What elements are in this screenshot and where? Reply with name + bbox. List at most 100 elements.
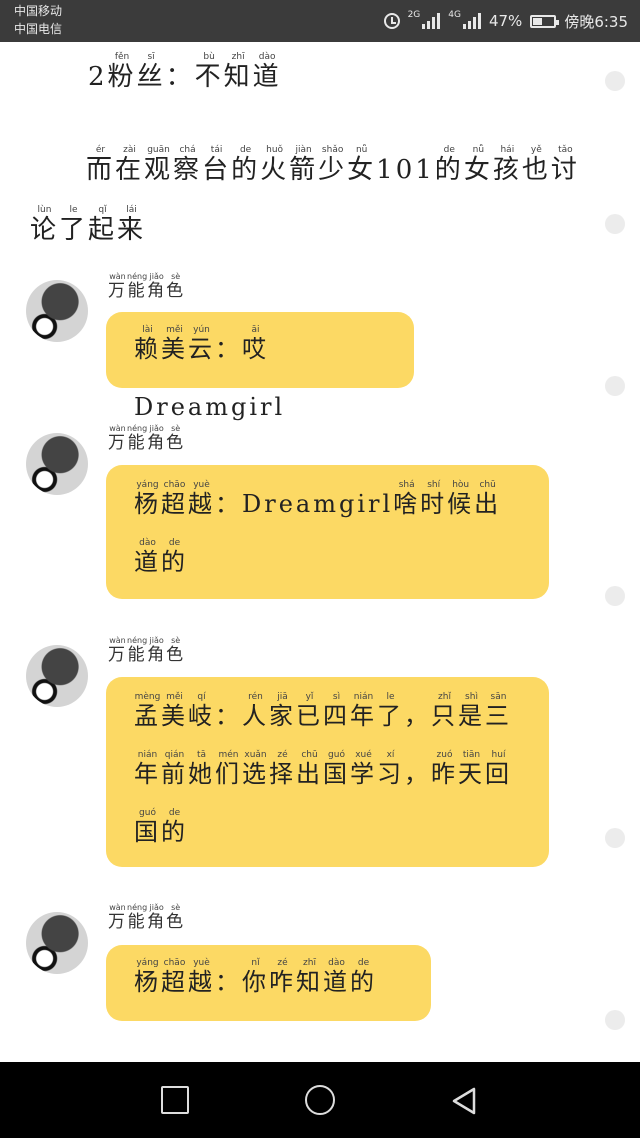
side-dot (605, 1010, 625, 1030)
ruby-char: 知zhī (296, 958, 323, 996)
ruby-char: 色sè (166, 424, 186, 453)
ruby-char: 国guó (323, 750, 350, 788)
message-bubble[interactable]: 杨yáng超chāo越yuè：你nǐ咋zé知zhī道dào的de (106, 945, 431, 1021)
ruby-char: 角jiǎo (147, 903, 167, 932)
ruby-char: 万wàn (108, 424, 127, 453)
ruby-char: 选xuǎn (242, 750, 269, 788)
ruby-char: 能néng (127, 272, 148, 301)
ruby-char: 孩hái (492, 145, 522, 185)
ruby-char: 火huǒ (260, 145, 290, 185)
ruby-char: 杨yáng (134, 480, 161, 518)
ruby-char: 她tā (188, 750, 215, 788)
ruby-char: 了le (59, 205, 89, 245)
ruby-char: 只zhǐ (431, 692, 458, 730)
sender-name: 万wàn能néng角jiǎo色sè (108, 903, 185, 932)
ruby-char: 习xí (377, 750, 404, 788)
ruby-char: 咋zé (269, 958, 296, 996)
carrier-1: 中国移动 (14, 4, 63, 18)
avatar[interactable] (26, 433, 88, 495)
side-dot (605, 71, 625, 91)
text-segment: ， (404, 702, 431, 730)
ruby-char: 的de (161, 808, 188, 846)
ruby-char: 不bù (194, 52, 224, 92)
ruby-char: 前qián (161, 750, 188, 788)
ruby-char: 的de (350, 958, 377, 996)
avatar[interactable] (26, 280, 88, 342)
sender-name: 万wàn能néng角jiǎo色sè (108, 272, 185, 301)
ruby-char: 们mén (215, 750, 242, 788)
ruby-char: 了le (377, 692, 404, 730)
ruby-char: 能néng (127, 636, 148, 665)
ruby-char: 越yuè (188, 958, 215, 996)
ruby-char: 角jiǎo (147, 424, 167, 453)
ruby-char: 色sè (166, 272, 186, 301)
signal-icon (422, 13, 441, 29)
ruby-char: 超chāo (161, 958, 188, 996)
ruby-char: 观guān (144, 145, 174, 185)
ruby-char: 年nián (134, 750, 161, 788)
text-segment: ： (215, 490, 242, 518)
ruby-char: 女nǚ (347, 145, 377, 185)
ruby-char: 天tiān (458, 750, 485, 788)
ruby-char: 出chū (296, 750, 323, 788)
text-segment: Dreamgirl (242, 490, 394, 518)
text-segment: ： (215, 968, 242, 996)
ruby-char: 少shǎo (318, 145, 348, 185)
ruby-char: 也yě (521, 145, 551, 185)
ruby-char: 啥shá (393, 480, 421, 518)
ruby-char: 万wàn (108, 636, 127, 665)
alarm-icon (383, 13, 400, 29)
ruby-char: 能néng (127, 903, 148, 932)
ruby-char: 知zhī (223, 52, 253, 92)
battery-percent: 47% (488, 12, 523, 30)
ruby-char: 的de (161, 538, 188, 576)
text-segment: ： (165, 62, 195, 92)
ruby-char: 是shì (458, 692, 485, 730)
ruby-char: 的de (231, 145, 261, 185)
ruby-char: 超chāo (161, 480, 188, 518)
avatar[interactable] (26, 912, 88, 974)
ruby-char: 台tái (202, 145, 232, 185)
ruby-char: 道dào (323, 958, 350, 996)
ruby-char: 孟mèng (134, 692, 161, 730)
ruby-char: 人rén (242, 692, 269, 730)
ruby-char: 道dào (134, 538, 161, 576)
ruby-char: 女nǚ (463, 145, 493, 185)
ruby-char: 你nǐ (242, 958, 269, 996)
ruby-char: 国guó (134, 808, 161, 846)
ruby-char: 时shí (420, 480, 448, 518)
ruby-char: 角jiǎo (147, 272, 167, 301)
ruby-char: 出chū (474, 480, 502, 518)
ruby-char: 越yuè (188, 480, 215, 518)
ruby-char: 万wàn (108, 272, 127, 301)
ruby-char: 万wàn (108, 903, 127, 932)
ruby-char: 丝sī (136, 52, 166, 92)
ruby-char: 学xué (350, 750, 377, 788)
square-icon[interactable] (161, 1086, 189, 1114)
side-dot (605, 376, 625, 396)
ruby-char: 哎āi (242, 325, 269, 363)
ruby-char: 道dào (252, 52, 282, 92)
message-bubble[interactable]: 孟mèng美měi岐qí：人rén家jiā已yǐ四sì年nián了le，只zhǐ… (106, 677, 549, 867)
avatar[interactable] (26, 645, 88, 707)
side-dot (605, 214, 625, 234)
article-paragraph: 而ér在zài观guān察chá台tái的de火huǒ箭jiàn少shǎo女nǚ… (30, 140, 590, 260)
side-dot (605, 586, 625, 606)
ruby-char: 箭jiàn (289, 145, 319, 185)
text-segment: ， (404, 760, 431, 788)
signal-icon (462, 13, 481, 29)
triangle-back-icon[interactable] (450, 1086, 478, 1116)
ruby-char: 的de (434, 145, 464, 185)
ruby-char: 已yǐ (296, 692, 323, 730)
ruby-char: 起qǐ (88, 205, 118, 245)
message-bubble[interactable]: 赖lài美měi云yún：哎āi Dreamgirl (106, 312, 414, 421)
ruby-char: 能néng (127, 424, 148, 453)
ruby-char: 在zài (115, 145, 145, 185)
message-bubble[interactable]: 杨yáng超chāo越yuè：Dreamgirl啥shá时shí候hòu出chū… (106, 465, 549, 599)
network-label-2: 4G (448, 10, 461, 20)
ruby-char: 昨zuó (431, 750, 458, 788)
article-line-1: 2粉fěn丝sī：不bù知zhī道dào (88, 52, 282, 93)
circle-icon[interactable] (305, 1085, 335, 1115)
sender-name: 万wàn能néng角jiǎo色sè (108, 424, 185, 453)
ruby-char: 云yún (188, 325, 215, 363)
